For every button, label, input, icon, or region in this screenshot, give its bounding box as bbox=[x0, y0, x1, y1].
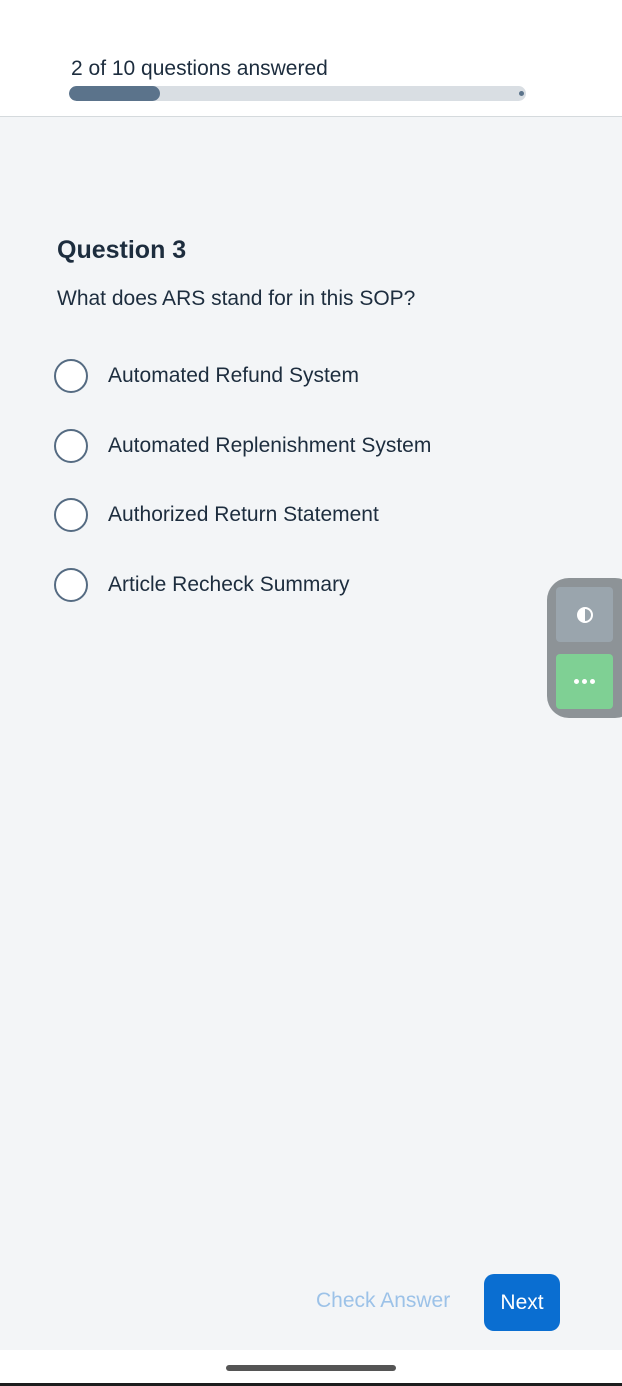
system-navigation-bar bbox=[0, 1350, 622, 1386]
radio-button[interactable] bbox=[54, 359, 88, 393]
answer-option[interactable]: Authorized Return Statement bbox=[54, 495, 431, 535]
question-text: What does ARS stand for in this SOP? bbox=[57, 287, 416, 310]
question-title: Question 3 bbox=[57, 236, 187, 264]
answer-option[interactable]: Automated Replenishment System bbox=[54, 426, 431, 466]
radio-button[interactable] bbox=[54, 567, 88, 602]
progress-end-dot bbox=[519, 91, 524, 96]
contrast-icon bbox=[576, 606, 593, 623]
answer-options: Automated Refund System Automated Replen… bbox=[54, 356, 431, 634]
progress-bar bbox=[69, 86, 526, 101]
next-button[interactable]: Next bbox=[484, 1274, 560, 1331]
check-answer-button[interactable]: Check Answer bbox=[316, 1289, 450, 1313]
more-options-button[interactable] bbox=[556, 654, 613, 709]
answer-option[interactable]: Automated Refund System bbox=[54, 356, 431, 396]
radio-button[interactable] bbox=[54, 428, 88, 463]
option-label: Automated Refund System bbox=[108, 364, 359, 387]
floating-side-panel bbox=[547, 578, 622, 718]
answer-option[interactable]: Article Recheck Summary bbox=[54, 565, 431, 605]
progress-fill bbox=[69, 86, 161, 101]
home-indicator[interactable] bbox=[226, 1365, 396, 1371]
progress-header: 2 of 10 questions answered bbox=[0, 0, 622, 117]
contrast-button[interactable] bbox=[556, 587, 613, 642]
option-label: Authorized Return Statement bbox=[108, 503, 379, 526]
option-label: Automated Replenishment System bbox=[108, 433, 432, 457]
more-dots-icon bbox=[574, 679, 595, 684]
progress-text: 2 of 10 questions answered bbox=[71, 57, 328, 80]
option-label: Article Recheck Summary bbox=[108, 572, 350, 596]
radio-button[interactable] bbox=[54, 498, 88, 532]
